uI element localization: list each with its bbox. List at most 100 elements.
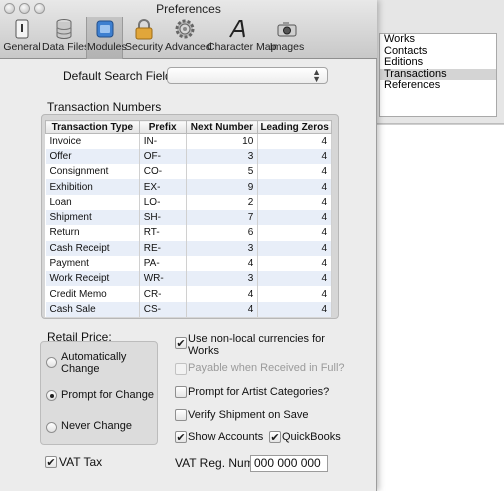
toolbar-label: Advanced (165, 41, 212, 53)
table-row[interactable]: Credit Memo CR- 4 4 (45, 286, 332, 302)
vat-reg-input[interactable]: 000 000 000 (250, 455, 328, 472)
radio-never-change[interactable] (46, 422, 57, 433)
default-search-popup[interactable]: ▲ ▼ (167, 67, 328, 84)
database-icon (56, 19, 72, 39)
checkbox-verify-shipment[interactable] (175, 409, 187, 421)
cell-next-number[interactable]: 10 (186, 133, 259, 149)
cell-prefix[interactable]: PA- (139, 255, 187, 272)
toolbar-label: Character Map (207, 41, 277, 53)
background-module-list[interactable]: Works Contacts Editions Transactions Ref… (379, 33, 497, 117)
checkbox-label: QuickBooks (282, 431, 341, 443)
cell-leading-zeros[interactable]: 4 (257, 209, 332, 226)
checkbox-quickbooks[interactable] (269, 431, 281, 443)
cell-leading-zeros[interactable]: 4 (257, 179, 332, 195)
cell-next-number[interactable]: 3 (186, 240, 259, 256)
table-row[interactable]: Shipment SH- 7 4 (45, 209, 332, 226)
cell-type[interactable]: Cash Receipt (45, 240, 140, 256)
cell-type[interactable]: Invoice (45, 133, 140, 149)
vat-reg-label: VAT Reg. Num. (175, 456, 258, 470)
cell-next-number[interactable]: 2 (186, 194, 259, 210)
toolbar-modules[interactable]: Modules (86, 17, 127, 59)
cell-prefix[interactable]: CS- (139, 301, 187, 318)
cell-prefix[interactable]: OF- (139, 148, 187, 165)
cell-prefix[interactable]: CO- (139, 164, 187, 180)
column-header[interactable]: Prefix (138, 120, 187, 134)
radio-automatically-change[interactable] (46, 357, 57, 368)
cell-prefix[interactable]: LO- (139, 194, 187, 210)
checkbox-vat-tax[interactable] (45, 456, 57, 468)
cell-type[interactable]: Shipment (45, 209, 140, 226)
toolbar-security[interactable]: Security (123, 18, 165, 56)
cell-leading-zeros[interactable]: 4 (257, 255, 332, 272)
cell-type[interactable]: Exhibition (45, 179, 140, 195)
lock-icon (135, 19, 153, 40)
cell-leading-zeros[interactable]: 4 (257, 164, 332, 180)
toolbar-data-files[interactable]: Data Files (42, 18, 90, 56)
cell-next-number[interactable]: 9 (186, 179, 259, 195)
checkbox-show-accounts[interactable] (175, 431, 187, 443)
radio-label: Automatically Change (61, 351, 127, 375)
cell-next-number[interactable]: 3 (186, 148, 259, 165)
transaction-table[interactable]: Transaction Type Prefix Next Number Lead… (45, 120, 332, 318)
cell-type[interactable]: Return (45, 225, 140, 241)
cell-prefix[interactable]: CR- (139, 286, 187, 302)
cell-leading-zeros[interactable]: 4 (257, 133, 332, 149)
cell-leading-zeros[interactable]: 4 (257, 148, 332, 165)
table-row[interactable]: Return RT- 6 4 (45, 225, 332, 241)
list-item[interactable]: References (380, 79, 496, 92)
cell-leading-zeros[interactable]: 4 (257, 286, 332, 302)
table-row[interactable]: Cash Sale CS- 4 4 (45, 301, 332, 318)
table-row[interactable]: Payment PA- 4 4 (45, 255, 332, 272)
cell-prefix[interactable]: IN- (139, 133, 187, 149)
gear-icon (175, 19, 195, 39)
checkbox-payable-received[interactable] (175, 363, 187, 375)
cell-next-number[interactable]: 4 (186, 301, 259, 318)
radio-prompt-for-change[interactable] (46, 390, 57, 401)
table-row[interactable]: Loan LO- 2 4 (45, 194, 332, 210)
cell-leading-zeros[interactable]: 4 (257, 240, 332, 256)
cell-prefix[interactable]: WR- (139, 271, 187, 287)
column-header[interactable]: Next Number (185, 120, 259, 134)
cell-prefix[interactable]: RE- (139, 240, 187, 256)
table-row[interactable]: Cash Receipt RE- 3 4 (45, 240, 332, 256)
checkbox-non-local-currencies[interactable] (175, 337, 187, 349)
table-row[interactable]: Work Receipt WR- 3 4 (45, 271, 332, 287)
cell-type[interactable]: Loan (45, 194, 140, 210)
checkbox-artist-categories[interactable] (175, 386, 187, 398)
cell-type[interactable]: Offer (45, 148, 140, 165)
cell-prefix[interactable]: SH- (139, 209, 187, 226)
cell-next-number[interactable]: 7 (186, 209, 259, 226)
table-row[interactable]: Invoice IN- 10 4 (45, 133, 332, 149)
cell-prefix[interactable]: RT- (139, 225, 187, 241)
cell-type[interactable]: Work Receipt (45, 271, 140, 287)
cell-prefix[interactable]: EX- (139, 179, 187, 195)
list-item[interactable]: Works (380, 33, 496, 46)
cell-leading-zeros[interactable]: 4 (257, 301, 332, 318)
toolbar-label: Data Files (42, 41, 90, 53)
column-header[interactable]: Leading Zeros (257, 120, 332, 134)
toolbar-character-map[interactable]: Character Map (207, 18, 277, 56)
table-row[interactable]: Exhibition EX- 9 4 (45, 179, 332, 195)
table-row[interactable]: Consignment CO- 5 4 (45, 164, 332, 180)
list-item[interactable]: Editions (380, 56, 496, 69)
cell-leading-zeros[interactable]: 4 (257, 271, 332, 287)
cell-next-number[interactable]: 4 (186, 255, 259, 272)
cell-next-number[interactable]: 5 (186, 164, 259, 180)
cell-leading-zeros[interactable]: 4 (257, 194, 332, 210)
cell-type[interactable]: Credit Memo (45, 286, 140, 302)
transaction-numbers-heading: Transaction Numbers (47, 100, 162, 114)
cell-type[interactable]: Payment (45, 255, 140, 272)
table-row[interactable]: Offer OF- 3 4 (45, 148, 332, 165)
cell-next-number[interactable]: 3 (186, 271, 259, 287)
column-header[interactable]: Transaction Type (45, 120, 140, 134)
toolbar-images[interactable]: Images (269, 18, 305, 56)
toolbar-advanced[interactable]: Advanced (165, 18, 212, 56)
cell-next-number[interactable]: 6 (186, 225, 259, 241)
cell-type[interactable]: Cash Sale (45, 301, 140, 318)
cell-next-number[interactable]: 4 (186, 286, 259, 302)
toolbar-general[interactable]: General (2, 18, 42, 56)
cell-leading-zeros[interactable]: 4 (257, 225, 332, 241)
background-divider (377, 124, 504, 125)
cell-type[interactable]: Consignment (45, 164, 140, 180)
camera-icon (277, 22, 297, 37)
